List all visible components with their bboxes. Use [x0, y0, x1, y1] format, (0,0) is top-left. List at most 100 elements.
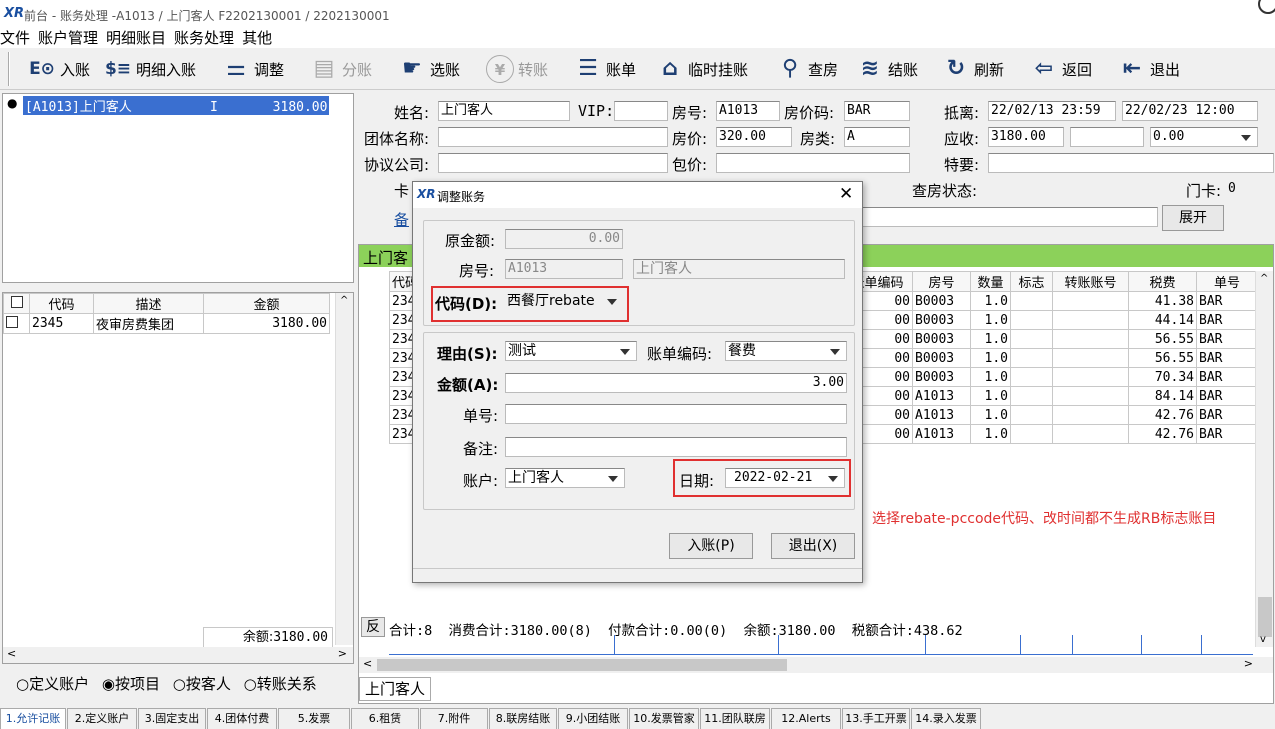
- annotation-text: 选择rebate-pccode代码、改时间都不生成RB标志账目: [872, 511, 1217, 527]
- arrive-field[interactable]: 22/02/13 23:59: [988, 101, 1116, 121]
- bottom-tab-4[interactable]: 4.团体付费: [207, 708, 277, 729]
- menu-detail-items[interactable]: 明细账目: [106, 28, 166, 48]
- col-room[interactable]: 房号: [912, 271, 971, 292]
- reverse-button[interactable]: 反: [361, 617, 385, 637]
- price-field[interactable]: 320.00: [716, 127, 792, 147]
- menu-account-mgmt[interactable]: 账户管理: [38, 28, 98, 48]
- radio-by-item[interactable]: ◉按项目: [102, 675, 160, 693]
- adjust-account-dialog: XR 调整账务 ✕ 原金额: 0.00 房号: A1013 上门客人 代码(D)…: [412, 181, 863, 583]
- select-all-checkbox[interactable]: [3, 293, 30, 314]
- col-doc-no[interactable]: 单号: [1196, 271, 1258, 292]
- receivable-dropdown[interactable]: 0.00: [1150, 127, 1258, 147]
- receivable-field-2[interactable]: [1070, 127, 1144, 147]
- bottom-tab-13[interactable]: 13.手工开票: [842, 708, 910, 729]
- back-button[interactable]: ⇦ 返回: [1030, 52, 1092, 86]
- transfer-icon: ¥: [486, 55, 514, 83]
- code-label: 代码(D):: [435, 295, 498, 313]
- split-button[interactable]: ▤ 分账: [310, 52, 372, 86]
- company-field[interactable]: [438, 153, 668, 173]
- radio-transfer-relation[interactable]: ○转账关系: [244, 675, 317, 693]
- close-icon[interactable]: ✕: [839, 184, 853, 204]
- bottom-guest-tab[interactable]: 上门客人: [359, 677, 431, 701]
- tree-bullet-icon: ●: [7, 96, 18, 110]
- name-field[interactable]: 上门客人: [438, 101, 570, 121]
- checkout-button[interactable]: ≋ 结账: [856, 52, 918, 86]
- select-button[interactable]: ☛ 选账: [398, 52, 460, 86]
- remark-field[interactable]: [505, 437, 847, 457]
- post-button[interactable]: E⊙ 入账: [28, 52, 90, 86]
- bottom-tab-5[interactable]: 5.发票: [278, 708, 350, 729]
- table-row[interactable]: 2345 夜审房费集团 3180.00: [3, 313, 330, 334]
- refresh-button[interactable]: ↻ 刷新: [942, 52, 1004, 86]
- depart-field[interactable]: 22/02/23 12:00: [1122, 101, 1258, 121]
- menu-bar: 文件 账户管理 明细账目 账务处理 其他: [0, 28, 1275, 48]
- right-grid-tab[interactable]: 上门客: [363, 247, 408, 268]
- inspect-room-button[interactable]: ⚲ 查房: [776, 52, 838, 86]
- bottom-tab-10[interactable]: 10.发票管家: [629, 708, 699, 729]
- note-field[interactable]: [856, 207, 1158, 227]
- room-field[interactable]: A1013: [716, 101, 780, 121]
- doc-no-field[interactable]: [505, 404, 847, 424]
- code-select[interactable]: 西餐厅rebate: [505, 292, 623, 312]
- group-label: 团体名称:: [364, 130, 430, 148]
- col-code[interactable]: 代码: [29, 293, 94, 314]
- row-room: A1013: [912, 424, 971, 444]
- bottom-tab-3[interactable]: 3.固定支出: [138, 708, 206, 729]
- receivable-field[interactable]: 3180.00: [988, 127, 1064, 147]
- account-tree-item[interactable]: [A1013]上门客人 I 3180.00: [23, 96, 330, 115]
- temp-hold-button[interactable]: ⌂ 临时挂账: [656, 52, 748, 86]
- bill-code-select[interactable]: 餐费: [725, 341, 847, 361]
- menu-other[interactable]: 其他: [242, 28, 272, 48]
- row-checkbox[interactable]: [3, 313, 30, 334]
- row-doc-no: BAR: [1196, 329, 1258, 349]
- row-doc-no: BAR: [1196, 405, 1258, 425]
- exit-button[interactable]: ⇤ 退出: [1118, 52, 1180, 86]
- date-select[interactable]: 2022-02-21: [725, 468, 845, 488]
- col-transfer-acct[interactable]: 转账账号: [1052, 271, 1129, 292]
- note-link[interactable]: 备: [394, 209, 409, 230]
- amount-field[interactable]: 3.00: [505, 373, 847, 393]
- group-field[interactable]: [438, 127, 668, 147]
- col-amount[interactable]: 金额: [203, 293, 330, 314]
- radio-by-guest[interactable]: ○按客人: [173, 675, 231, 693]
- menu-billing[interactable]: 账务处理: [174, 28, 234, 48]
- left-grid-vscroll[interactable]: ^: [335, 293, 353, 645]
- detail-post-button[interactable]: $≡ 明细入账: [104, 52, 196, 86]
- right-grid-hscroll[interactable]: < >: [359, 657, 1273, 673]
- transfer-button[interactable]: ¥ 转账: [486, 52, 548, 86]
- col-desc[interactable]: 描述: [93, 293, 204, 314]
- adjust-button[interactable]: ⚌ 调整: [222, 52, 284, 86]
- expand-button[interactable]: 展开: [1162, 205, 1224, 231]
- account-select[interactable]: 上门客人: [505, 468, 625, 488]
- menu-file[interactable]: 文件: [0, 28, 30, 48]
- bottom-tab-1[interactable]: 1.允许记账: [0, 708, 66, 729]
- reason-select[interactable]: 测试: [505, 341, 637, 361]
- bottom-tab-7[interactable]: 7.附件: [420, 708, 488, 729]
- bottom-tab-2[interactable]: 2.定义账户: [67, 708, 137, 729]
- rate-code-field[interactable]: BAR: [844, 101, 910, 121]
- dialog-logo-icon: XR: [417, 187, 436, 201]
- radio-define-account[interactable]: ○定义账户: [16, 675, 89, 693]
- col-flag[interactable]: 标志: [1010, 271, 1053, 292]
- right-grid-vscroll[interactable]: ^ v: [1255, 271, 1273, 647]
- row-transfer-acct: [1052, 348, 1129, 368]
- post-dialog-button[interactable]: 入账(P): [669, 533, 753, 559]
- package-field[interactable]: [716, 153, 910, 173]
- bottom-tab-14[interactable]: 14.录入发票: [911, 708, 981, 729]
- bottom-tab-11[interactable]: 11.团队联房: [700, 708, 770, 729]
- col-qty[interactable]: 数量: [970, 271, 1011, 292]
- col-tax[interactable]: 税费: [1128, 271, 1197, 292]
- special-field[interactable]: [988, 153, 1274, 173]
- bottom-tab-12[interactable]: 12.Alerts: [771, 708, 841, 729]
- exit-dialog-button[interactable]: 退出(X): [771, 533, 855, 559]
- bottom-tab-8[interactable]: 8.联房结账: [489, 708, 557, 729]
- room-type-field[interactable]: A: [844, 127, 910, 147]
- left-grid-hscroll[interactable]: < >: [3, 647, 353, 663]
- vip-field[interactable]: [614, 101, 668, 121]
- search-icon: ⚲: [781, 56, 799, 81]
- bill-button[interactable]: ☰ 账单: [574, 52, 636, 86]
- bottom-tab-9[interactable]: 9.小团结账: [558, 708, 628, 729]
- row-amount: 3180.00: [203, 313, 330, 334]
- house-icon: ⌂: [662, 56, 678, 81]
- bottom-tab-6[interactable]: 6.租赁: [351, 708, 419, 729]
